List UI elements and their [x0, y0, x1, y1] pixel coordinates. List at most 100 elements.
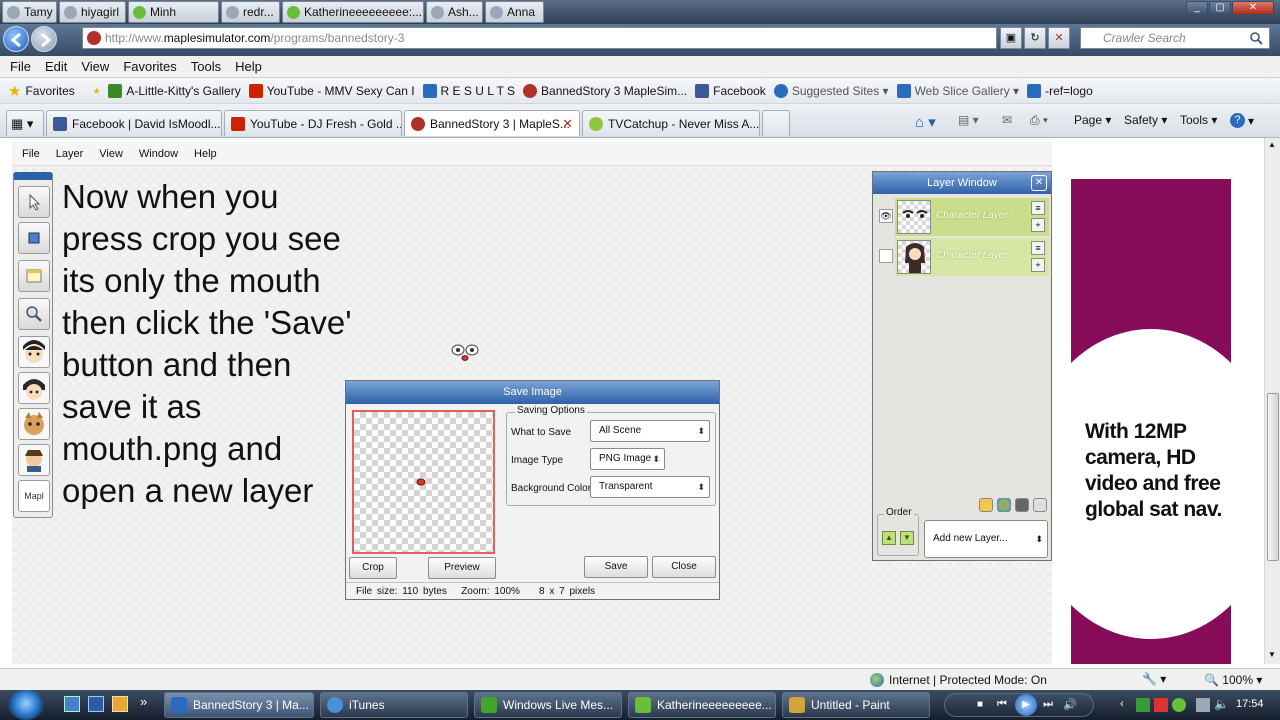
lightning-icon[interactable]	[979, 498, 993, 512]
menu-view[interactable]: View	[81, 59, 109, 74]
forward-button[interactable]	[31, 26, 57, 52]
next-track-icon[interactable]: ⏭	[1043, 698, 1053, 711]
app-menu-help[interactable]: Help	[194, 148, 217, 160]
address-bar[interactable]: http://www.maplesimulator.com/programs/b…	[82, 27, 997, 49]
previous-track-icon[interactable]: ⏮	[997, 698, 1007, 711]
refresh-button[interactable]: ↻	[1024, 27, 1046, 49]
tray-expand-icon[interactable]: ‹	[1120, 698, 1124, 710]
suggested-sites-link[interactable]: Suggested Sites ▾	[773, 83, 889, 98]
contact-tab[interactable]: Katherineeeeeeeee:...	[282, 1, 424, 23]
maximize-button[interactable]: ▢	[1209, 1, 1231, 15]
layer-row[interactable]: 👁 Character Layer ≡ +	[877, 198, 1049, 236]
print-button[interactable]: ⎙ ▾	[1030, 113, 1048, 128]
add-favorite-button[interactable]: ⭑	[93, 82, 101, 99]
app-menu-file[interactable]: File	[22, 148, 40, 160]
menu-help[interactable]: Help	[235, 59, 262, 74]
select-tool-button[interactable]	[18, 186, 50, 218]
layer-add-icon[interactable]: +	[1031, 258, 1045, 272]
layer-properties-icon[interactable]: ≡	[1031, 241, 1045, 255]
window-close-button[interactable]: ✕	[1232, 1, 1274, 15]
background-color-select[interactable]: Transparent ⬍	[590, 476, 710, 498]
network-icon[interactable]	[1196, 698, 1210, 712]
app-menu-view[interactable]: View	[99, 148, 123, 160]
new-tab-button[interactable]	[762, 110, 790, 136]
add-new-layer-select[interactable]: Add new Layer... ⬍	[924, 520, 1048, 558]
popup-blocker-icon[interactable]: 🔧 ▾	[1142, 672, 1166, 686]
taskbar-item[interactable]: BannedStory 3 | Ma...	[164, 692, 314, 718]
npc-tool-button[interactable]	[18, 444, 50, 476]
close-button[interactable]: Close	[652, 556, 716, 578]
dialog-title[interactable]: Save Image	[346, 381, 719, 404]
vertical-scrollbar[interactable]: ▲ ▼	[1264, 138, 1280, 664]
more-icon[interactable]: »	[140, 694, 147, 709]
favorite-link[interactable]: YouTube - MMV Sexy Can I	[248, 83, 415, 98]
scroll-up-icon[interactable]: ▲	[1268, 140, 1276, 149]
zoom-level[interactable]: 🔍 100% ▾	[1204, 673, 1262, 687]
contact-tab[interactable]: hiyagirl	[59, 1, 126, 23]
taskbar-item[interactable]: Windows Live Mes...	[474, 692, 622, 718]
contact-tab[interactable]: Minh	[128, 1, 219, 23]
layer-properties-icon[interactable]: ≡	[1031, 201, 1045, 215]
menu-file[interactable]: File	[10, 59, 31, 74]
web-slice-gallery-link[interactable]: Web Slice Gallery ▾	[896, 83, 1019, 98]
tray-mcafee-icon[interactable]	[1154, 698, 1168, 712]
contact-tab[interactable]: Anna	[485, 1, 544, 23]
show-desktop-icon[interactable]	[64, 696, 80, 712]
tray-contact-icon[interactable]	[1172, 698, 1186, 712]
scroll-down-icon[interactable]: ▼	[1268, 650, 1276, 659]
compatibility-view-button[interactable]: ▣	[1000, 27, 1022, 49]
note-tool-button[interactable]	[18, 260, 50, 292]
close-icon[interactable]: ✕	[1031, 175, 1047, 191]
help-button[interactable]: ? ▾	[1230, 113, 1254, 128]
browser-tab-active[interactable]: BannedStory 3 | MapleS... ✕	[404, 110, 580, 136]
page-menu-button[interactable]: Page ▾	[1074, 113, 1111, 127]
favorites-button[interactable]: ★ Favorites	[8, 82, 75, 100]
start-button[interactable]	[8, 690, 44, 720]
character-tool-button[interactable]	[18, 336, 50, 368]
clock[interactable]: 17:54	[1236, 698, 1264, 710]
volume-icon[interactable]: 🔊	[1063, 698, 1077, 711]
favorite-link[interactable]: R E S U L T S	[422, 83, 515, 98]
browser-tab[interactable]: Facebook | David IsMoodl...	[46, 110, 222, 136]
minimize-button[interactable]: _	[1186, 1, 1208, 15]
contact-tab[interactable]: Ash...	[426, 1, 483, 23]
menu-tools[interactable]: Tools	[191, 59, 221, 74]
safety-menu-button[interactable]: Safety ▾	[1124, 113, 1167, 127]
contact-tab[interactable]: redr...	[221, 1, 280, 23]
tools-menu-button[interactable]: Tools ▾	[1180, 113, 1217, 127]
preview-button[interactable]: Preview	[428, 557, 496, 579]
eye-icon[interactable]: 👁	[879, 209, 893, 223]
home-button[interactable]: ⌂ ▾	[915, 113, 936, 131]
layer-window-title[interactable]: Layer Window	[873, 172, 1051, 194]
camera-icon[interactable]	[1015, 498, 1029, 512]
zoom-tool-button[interactable]	[18, 298, 50, 330]
app-menu-layer[interactable]: Layer	[56, 148, 84, 160]
mail-button[interactable]: ✉	[1002, 113, 1012, 127]
search-input[interactable]: Crawler Search	[1080, 27, 1270, 49]
layer-item[interactable]: Character Layer ≡ +	[895, 238, 1049, 276]
media-player-icon[interactable]	[112, 696, 128, 712]
favorite-link[interactable]: A-Little-Kitty's Gallery	[108, 83, 241, 98]
pet-tool-button[interactable]	[18, 408, 50, 440]
move-layer-down-icon[interactable]: ▼	[900, 531, 914, 545]
crop-button[interactable]: Crop	[349, 557, 397, 579]
taskbar-item[interactable]: iTunes	[320, 692, 468, 718]
browser-tab[interactable]: YouTube - DJ Fresh - Gold ...	[224, 110, 402, 136]
contact-tab[interactable]: Tamy	[2, 1, 57, 23]
hair-tool-button[interactable]	[18, 372, 50, 404]
what-to-save-select[interactable]: All Scene ⬍	[590, 420, 710, 442]
favorite-link[interactable]: BannedStory 3 MapleSim...	[523, 83, 687, 98]
browser-tab[interactable]: TVCatchup - Never Miss A...	[582, 110, 760, 136]
favorite-link[interactable]: -ref=logo	[1027, 83, 1093, 98]
favorite-link[interactable]: Facebook	[695, 83, 766, 98]
security-zone[interactable]: Internet | Protected Mode: On	[870, 673, 1047, 687]
mouth-sprite-icon[interactable]	[450, 342, 482, 364]
app-menu-window[interactable]: Window	[139, 148, 178, 160]
maple-text-tool-button[interactable]: Mapl	[18, 480, 50, 512]
save-button[interactable]: Save	[584, 556, 648, 578]
advertisement-banner[interactable]: With 12MP camera, HD video and free glob…	[1071, 179, 1231, 664]
layer-item[interactable]: Character Layer ≡ +	[895, 198, 1049, 236]
layer-add-icon[interactable]: +	[1031, 218, 1045, 232]
eye-icon[interactable]	[879, 249, 893, 263]
close-tab-icon[interactable]: ✕	[562, 116, 573, 132]
